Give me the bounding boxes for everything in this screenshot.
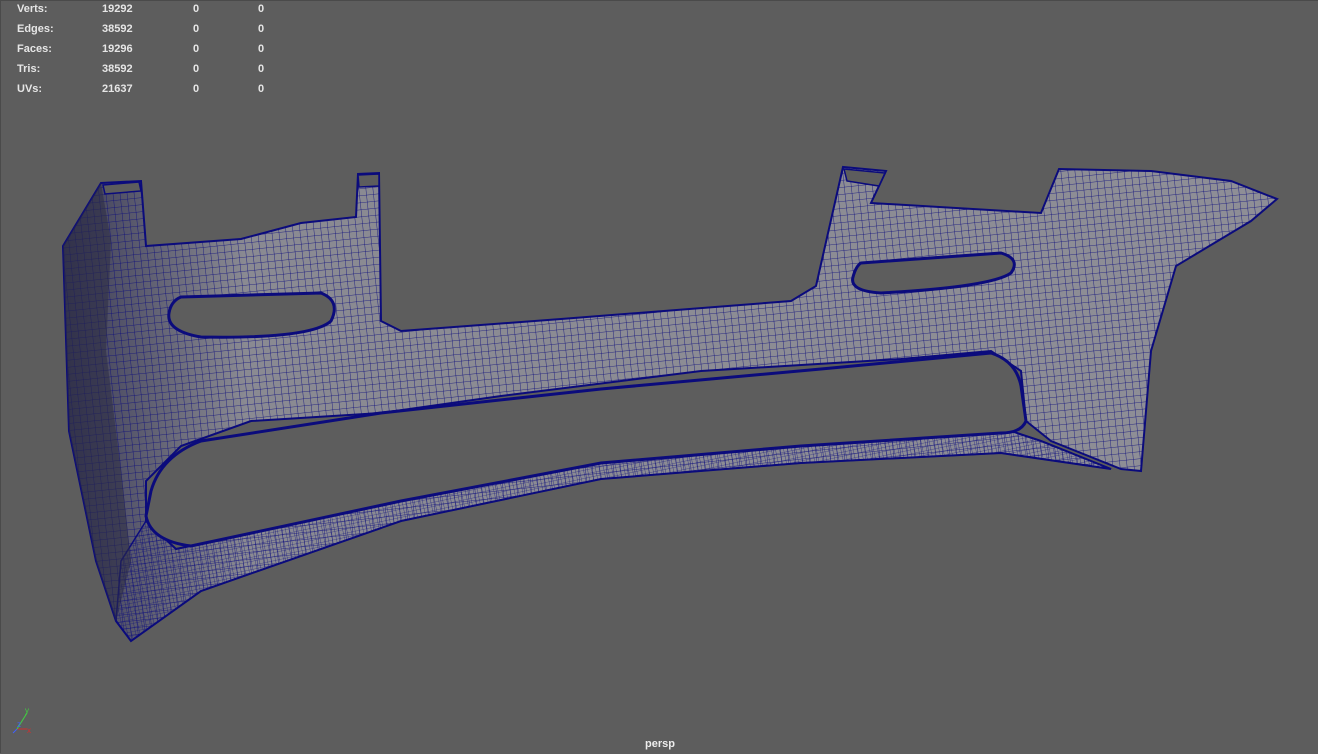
axis-z-line	[12, 728, 18, 734]
persp-viewport[interactable]: Verts: 19292 0 0 Edges: 38592 0 0 Faces:…	[0, 0, 1318, 753]
left-bracket-top	[102, 181, 142, 195]
camera-name-label: persp	[645, 738, 675, 750]
bumper-wireframe-mesh[interactable]	[1, 1, 1318, 754]
left-grille-opening	[167, 291, 336, 339]
axis-z-label: z	[17, 720, 21, 729]
axis-gizmo: y z x	[12, 706, 31, 735]
axis-y-label: y	[25, 706, 29, 715]
axis-x-label: x	[27, 726, 31, 735]
mid-bracket-top	[357, 173, 380, 188]
